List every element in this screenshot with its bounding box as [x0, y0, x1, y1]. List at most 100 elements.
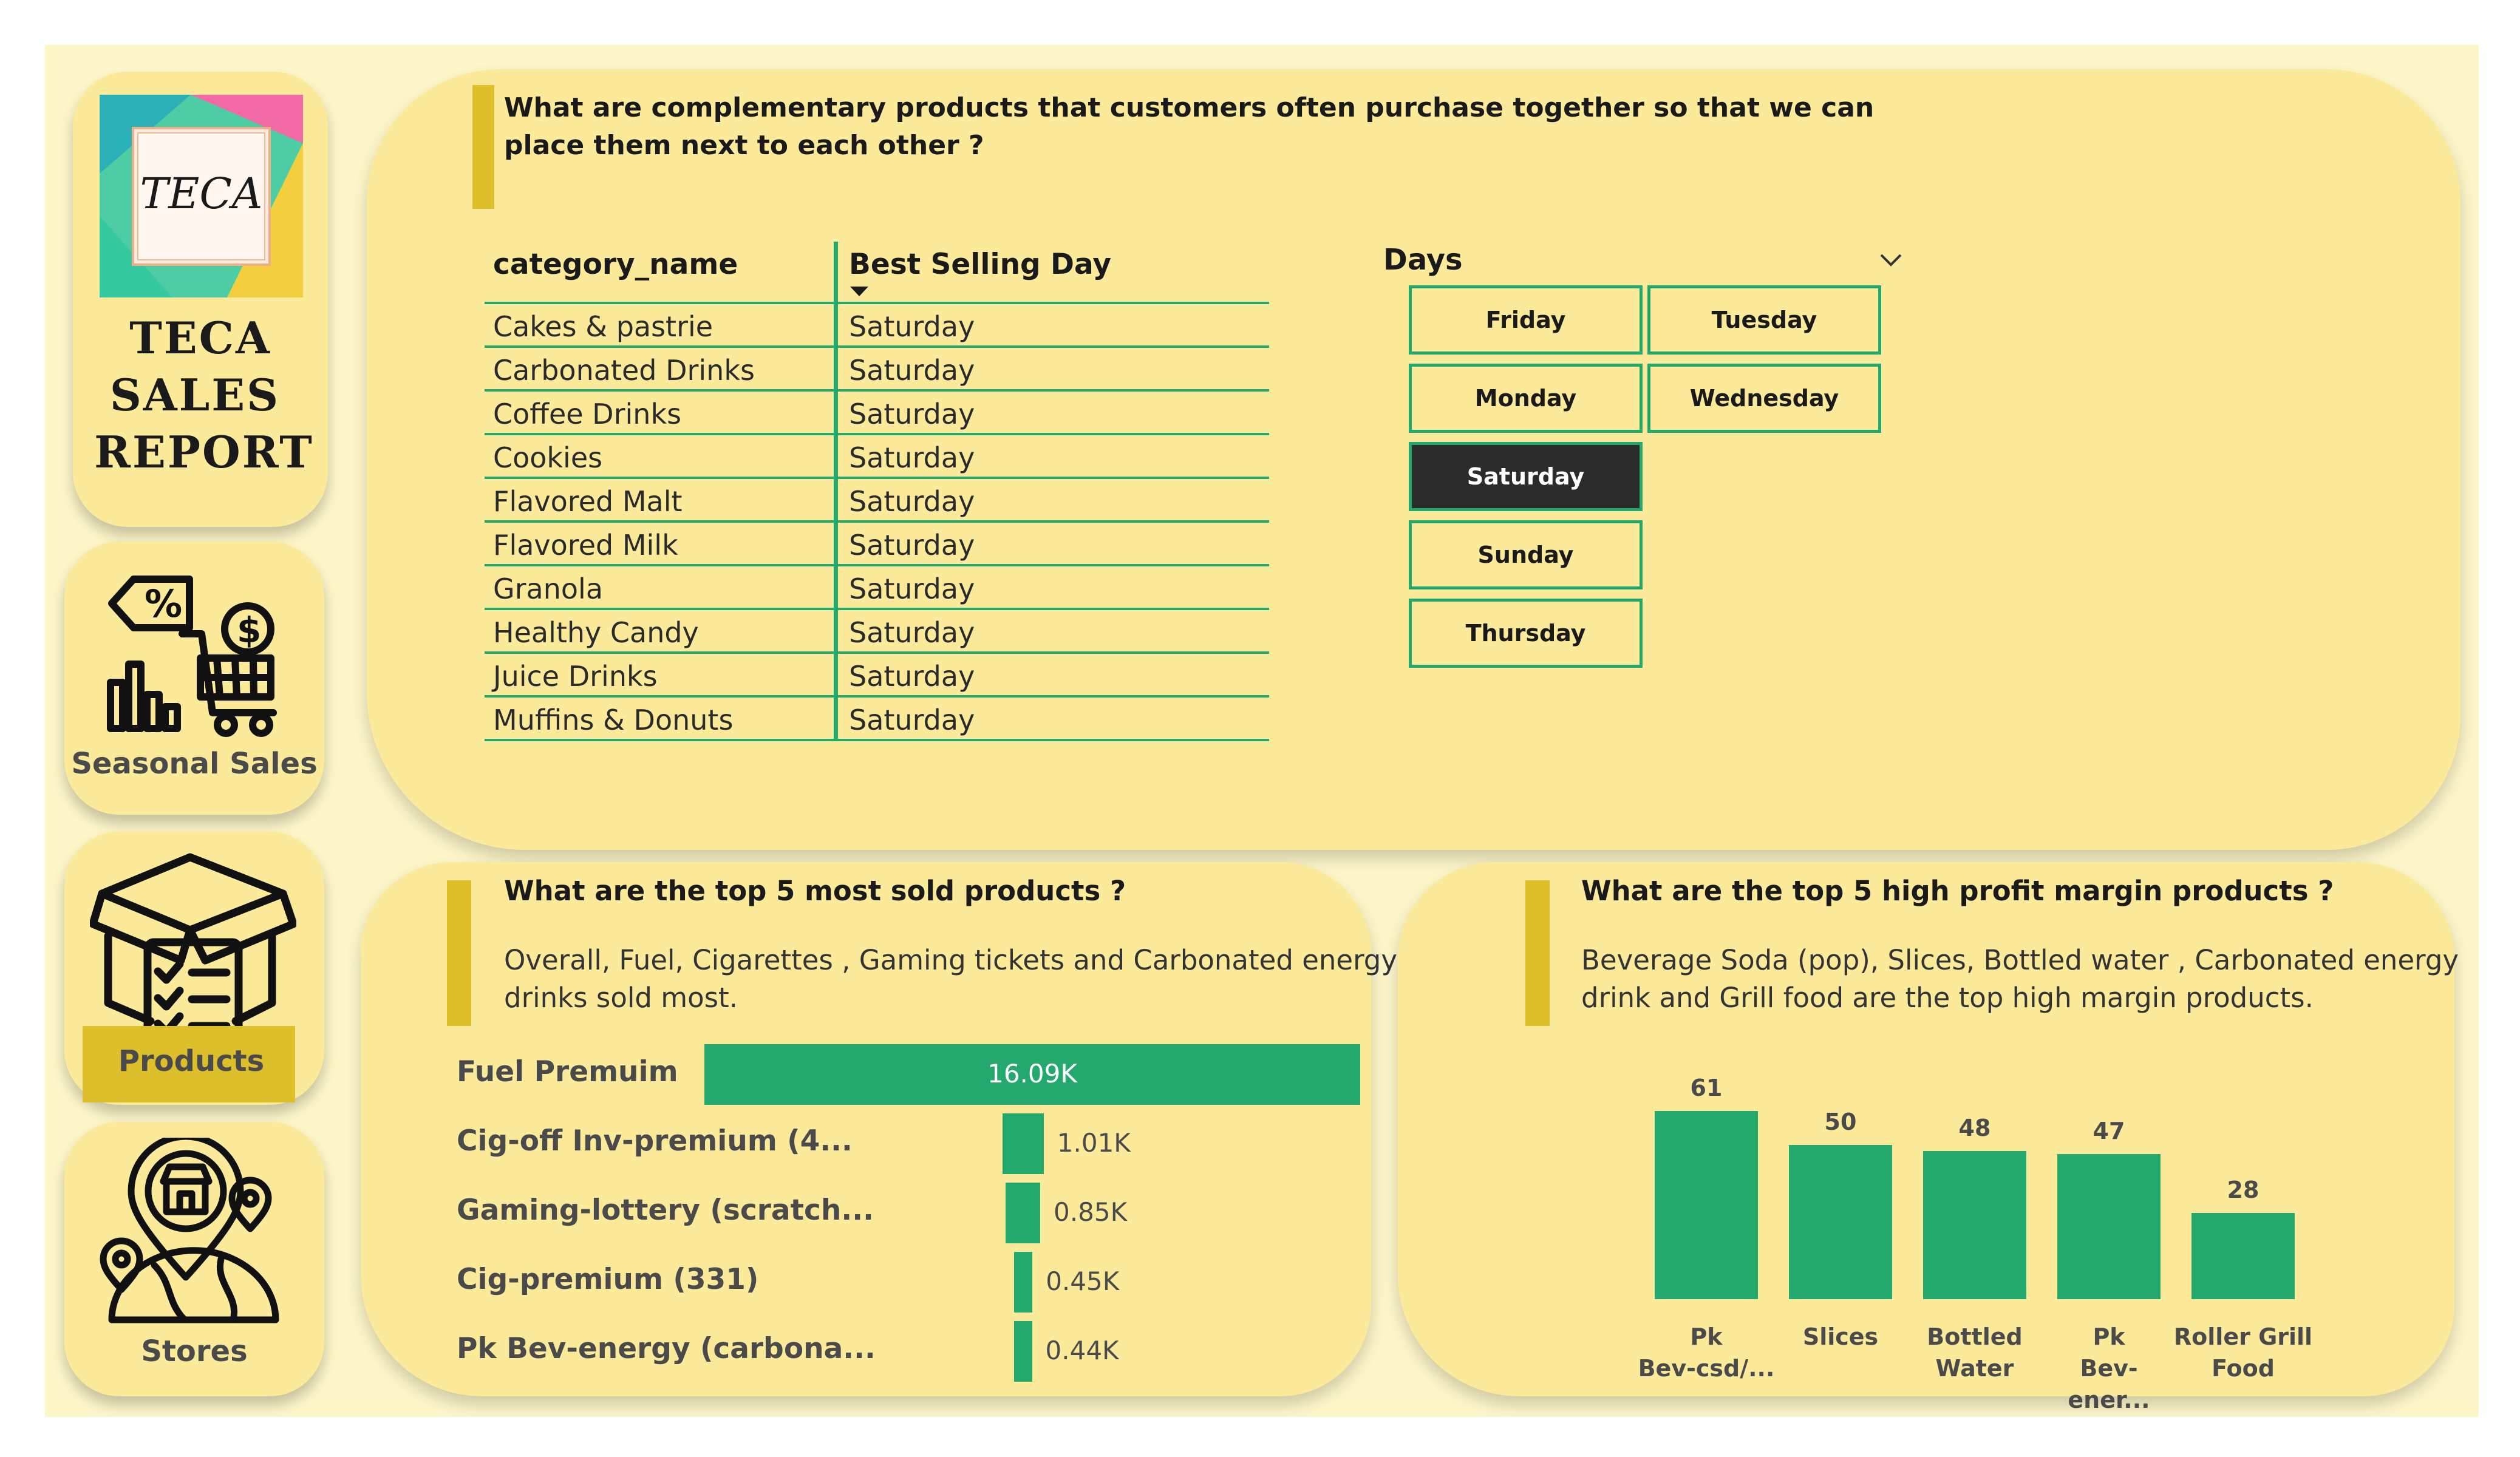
- high-margin-accent-bar: [1525, 880, 1550, 1026]
- shopping-cart-discount-icon: % $: [104, 561, 287, 737]
- cell-best-selling-day: Saturday: [849, 660, 975, 693]
- bar-category-label: Cig-premium (331): [457, 1263, 759, 1296]
- column-bar[interactable]: [2191, 1212, 2295, 1299]
- cell-best-selling-day: Saturday: [849, 310, 975, 343]
- day-option-saturday[interactable]: Saturday: [1409, 442, 1643, 511]
- most-sold-answer-line-2: drinks sold most.: [504, 982, 738, 1014]
- cell-category-name: Granola: [493, 572, 604, 605]
- bar[interactable]: [1003, 1113, 1044, 1174]
- table-row[interactable]: Healthy Candy Saturday: [485, 610, 1269, 654]
- bar[interactable]: [1006, 1183, 1041, 1243]
- nav-products[interactable]: Products: [64, 832, 324, 1105]
- complementary-question-line-2: place them next to each other ?: [504, 130, 984, 161]
- complementary-question-line-1: What are complementary products that cus…: [504, 92, 1875, 123]
- column-bar[interactable]: [2057, 1154, 2161, 1299]
- bar-data-label: 0.45K: [1046, 1266, 1120, 1296]
- most-sold-answer-line-1: Overall, Fuel, Cigarettes , Gaming ticke…: [504, 944, 1398, 976]
- cell-category-name: Cookies: [493, 441, 603, 474]
- logo-text: TECA: [140, 169, 263, 219]
- day-option-thursday[interactable]: Thursday: [1409, 599, 1643, 668]
- bar-category-label: Cig-off Inv-premium (4...: [457, 1124, 853, 1158]
- bar-data-label: 1.01K: [1057, 1128, 1131, 1158]
- bar[interactable]: [1014, 1252, 1033, 1313]
- high-margin-question: What are the top 5 high profit margin pr…: [1581, 875, 2334, 907]
- column-category-label: Bev-csd/...: [1638, 1355, 1775, 1382]
- bar-data-label: 0.85K: [1054, 1197, 1128, 1227]
- column-divider: [834, 242, 838, 741]
- bar-category-label: Pk Bev-energy (carbona...: [457, 1332, 876, 1365]
- bar-data-label: 0.44K: [1045, 1336, 1119, 1365]
- day-option-wednesday[interactable]: Wednesday: [1647, 364, 1881, 433]
- table-row[interactable]: Cookies Saturday: [485, 435, 1269, 479]
- bar-data-label: 16.09K: [987, 1059, 1077, 1089]
- high-margin-answer-line-1: Beverage Soda (pop), Slices, Bottled wat…: [1581, 944, 2459, 976]
- column-data-label: 50: [1824, 1108, 1857, 1135]
- table-row[interactable]: Muffins & Donuts Saturday: [485, 698, 1269, 741]
- column-bar[interactable]: [1923, 1151, 2026, 1299]
- cell-best-selling-day: Saturday: [849, 616, 975, 649]
- title-card: TECA TECA SALES REPORT: [73, 72, 328, 527]
- column-category-label: Water: [1935, 1355, 2014, 1382]
- column-category-label: Bev-ener...: [2068, 1355, 2150, 1413]
- cell-best-selling-day: Saturday: [849, 398, 975, 430]
- column-data-label: 48: [1958, 1115, 1991, 1142]
- cell-category-name: Flavored Malt: [493, 485, 683, 518]
- cell-best-selling-day: Saturday: [849, 485, 975, 518]
- day-option-monday[interactable]: Monday: [1409, 364, 1643, 433]
- question-accent-bar: [472, 85, 494, 209]
- cell-category-name: Muffins & Donuts: [493, 704, 734, 736]
- cell-best-selling-day: Saturday: [849, 441, 975, 474]
- cell-category-name: Coffee Drinks: [493, 398, 682, 430]
- chevron-down-icon[interactable]: [1878, 246, 1904, 273]
- bar[interactable]: [1014, 1321, 1032, 1382]
- teca-logo: TECA: [100, 95, 303, 297]
- most-sold-question: What are the top 5 most sold products ?: [504, 875, 1126, 907]
- cell-category-name: Healthy Candy: [493, 616, 699, 649]
- day-option-friday[interactable]: Friday: [1409, 285, 1643, 355]
- nav-seasonal-sales[interactable]: % $ Seasonal Sales: [64, 542, 324, 815]
- column-category-label: Slices: [1802, 1323, 1879, 1350]
- day-option-sunday[interactable]: Sunday: [1409, 520, 1643, 589]
- table-row[interactable]: Flavored Malt Saturday: [485, 479, 1269, 523]
- days-slicer-title: Days: [1383, 243, 1463, 277]
- column-header-best-selling-day[interactable]: Best Selling Day: [849, 248, 1111, 281]
- column-category-label: Roller Grill: [2173, 1323, 2313, 1350]
- column-header-category-name[interactable]: category_name: [493, 248, 738, 281]
- store-location-icon: [100, 1133, 294, 1326]
- cell-best-selling-day: Saturday: [849, 354, 975, 387]
- report-title-line-3: REPORT: [94, 426, 314, 478]
- column-bar[interactable]: [1655, 1111, 1758, 1299]
- cell-category-name: Cakes & pastrie: [493, 310, 713, 343]
- column-category-label: Food: [2212, 1355, 2275, 1382]
- table-row[interactable]: Granola Saturday: [485, 566, 1269, 610]
- column-data-label: 28: [2227, 1176, 2259, 1203]
- nav-label-seasonal-sales: Seasonal Sales: [71, 747, 318, 781]
- sort-descending-icon[interactable]: [849, 285, 870, 300]
- nav-label-products: Products: [118, 1044, 265, 1078]
- cell-category-name: Carbonated Drinks: [493, 354, 755, 387]
- nav-label-stores: Stores: [141, 1334, 248, 1368]
- bar-category-label: Fuel Premuim: [457, 1055, 678, 1089]
- cell-best-selling-day: Saturday: [849, 704, 975, 736]
- table-row[interactable]: Juice Drinks Saturday: [485, 654, 1269, 698]
- day-option-tuesday[interactable]: Tuesday: [1647, 285, 1881, 355]
- svg-text:%: %: [145, 582, 182, 626]
- cell-category-name: Flavored Milk: [493, 529, 678, 562]
- cell-best-selling-day: Saturday: [849, 572, 975, 605]
- table-row[interactable]: Coffee Drinks Saturday: [485, 392, 1269, 435]
- table-row[interactable]: Flavored Milk Saturday: [485, 523, 1269, 566]
- cell-best-selling-day: Saturday: [849, 529, 975, 562]
- column-category-label: Bottled: [1927, 1323, 2023, 1350]
- svg-text:$: $: [237, 610, 261, 651]
- column-data-label: 47: [2093, 1118, 2125, 1145]
- table-row[interactable]: Cakes & pastrie Saturday: [485, 304, 1269, 348]
- high-margin-answer-line-2: drink and Grill food are the top high ma…: [1581, 982, 2314, 1014]
- nav-stores[interactable]: Stores: [64, 1122, 324, 1396]
- report-title-line-2: SALES: [109, 369, 281, 421]
- bar-category-label: Gaming-lottery (scratch...: [457, 1194, 874, 1227]
- column-category-label: Pk: [1690, 1323, 1723, 1350]
- box-checklist-icon: [89, 845, 298, 1044]
- table-row[interactable]: Carbonated Drinks Saturday: [485, 348, 1269, 392]
- column-bar[interactable]: [1789, 1144, 1892, 1299]
- column-category-label: Pk: [2093, 1323, 2125, 1350]
